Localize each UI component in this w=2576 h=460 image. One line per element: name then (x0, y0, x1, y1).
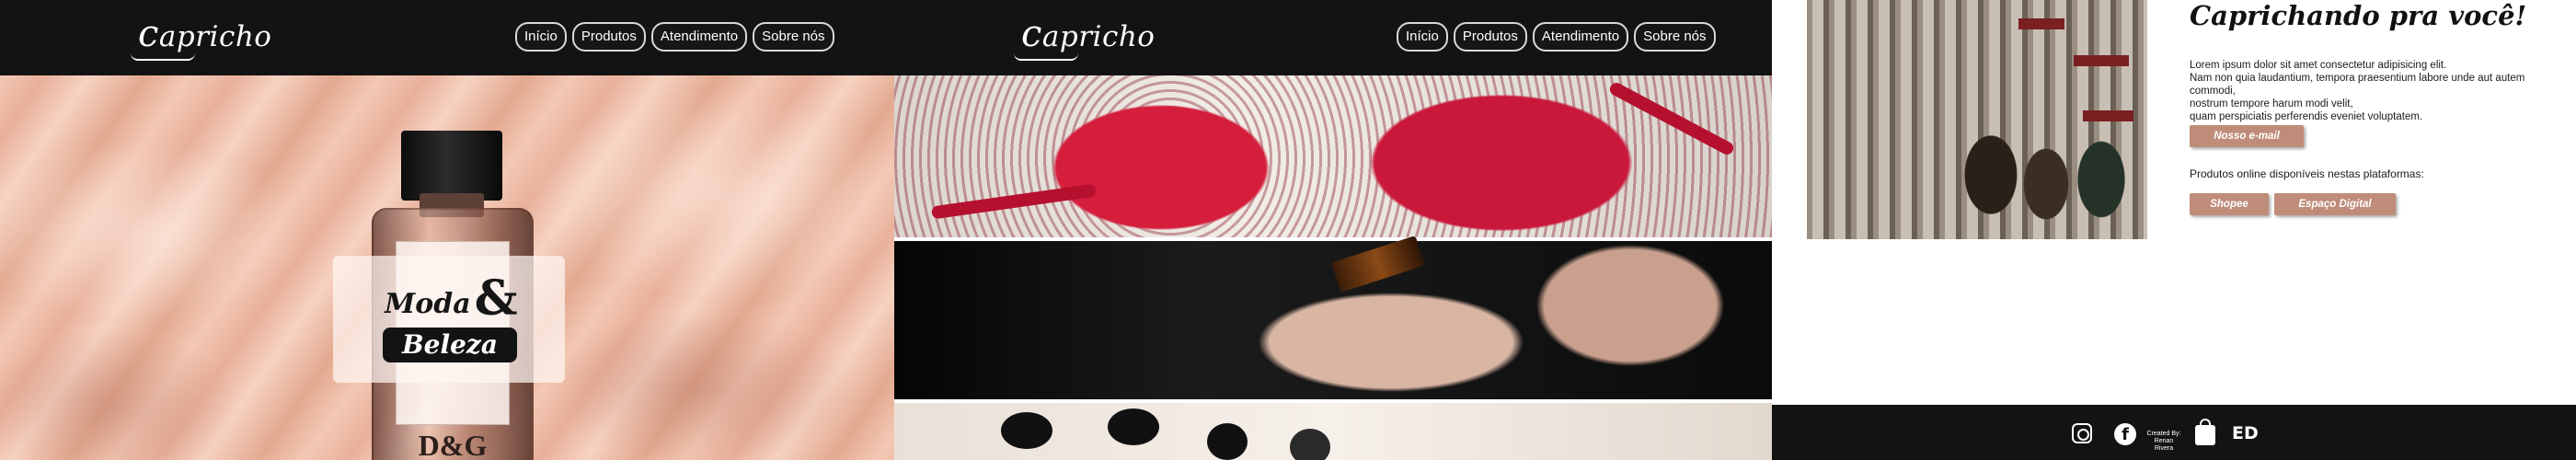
brand-logo-text: apricho (158, 20, 272, 53)
nav-inicio-products[interactable]: Início (1397, 22, 1448, 52)
perfume-cap (401, 131, 502, 201)
nav-atendimento[interactable]: Atendimento (650, 22, 748, 52)
perfume-brand-text: D&G (418, 429, 488, 460)
online-platforms-text: Produtos online disponíveis nestas plata… (2190, 167, 2424, 180)
nav-produtos[interactable]: Produtos (571, 22, 646, 52)
nav-produtos-products[interactable]: Produtos (1453, 22, 1527, 52)
lingerie-strap (930, 183, 1098, 220)
brush (1207, 423, 1248, 460)
instagram-icon[interactable] (2072, 423, 2092, 443)
store-sign (2083, 110, 2133, 121)
nav-sobre-nos[interactable]: Sobre nós (753, 22, 834, 52)
badge-beleza-text: Beleza (383, 328, 517, 362)
nav-inicio[interactable]: Início (515, 22, 567, 52)
home-panel: D&G Moda & Beleza capricho Início Produt… (0, 0, 894, 460)
store-interior-photo (1807, 0, 2147, 239)
about-title: Caprichando pra você! (2190, 0, 2527, 31)
site-header-products: capricho Início Produtos Atendimento Sob… (894, 0, 1772, 75)
shopee-button[interactable]: Shopee (2190, 193, 2269, 215)
paragraph-line: nostrum tempore harum modi velit, (2190, 98, 2353, 109)
makeup-brushes-photo[interactable] (894, 403, 1772, 460)
espaco-digital-button[interactable]: Espaço Digital (2274, 193, 2396, 215)
about-panel: Caprichando pra você! Lorem ipsum dolor … (1772, 0, 2576, 460)
dropper-bottle (1331, 235, 1425, 293)
moda-beleza-badge: Moda & Beleza (333, 256, 565, 383)
facebook-icon[interactable]: f (2114, 423, 2136, 445)
brand-logo-products[interactable]: capricho (1014, 13, 1156, 61)
store-sign (2018, 18, 2064, 29)
site-header: capricho Início Produtos Atendimento Sob… (0, 0, 894, 75)
paragraph-line: Nam non quia laudantium, tempora praesen… (2190, 73, 2525, 97)
nav-sobre-nos-products[interactable]: Sobre nós (1634, 22, 1716, 52)
created-by-label: Created By: (2146, 431, 2181, 437)
main-nav: Início Produtos Atendimento Sobre nós (515, 22, 834, 52)
brand-logo[interactable]: capricho (131, 13, 272, 61)
paragraph-line: quam perspiciatis perferendis eveniet vo… (2190, 111, 2423, 122)
brush (1001, 412, 1052, 449)
created-by-credit: Created By: Renan Rivera (2145, 431, 2182, 453)
badge-moda-text: Moda (385, 288, 471, 320)
email-button[interactable]: Nosso e-mail (2190, 125, 2304, 147)
products-panel: capricho Início Produtos Atendimento Sob… (894, 0, 1772, 460)
paragraph-line: Lorem ipsum dolor sit amet consectetur a… (2190, 60, 2447, 71)
logo-swoosh (131, 53, 195, 61)
badge-ampersand: & (474, 270, 518, 327)
created-by-name: Renan Rivera (2154, 438, 2174, 452)
logo-swoosh-products (1014, 53, 1078, 61)
brand-logo-text-products: apricho (1041, 20, 1156, 53)
main-nav-products: Início Produtos Atendimento Sobre nós (1397, 22, 1716, 52)
nav-atendimento-products[interactable]: Atendimento (1532, 22, 1629, 52)
badge-top-row: Moda & (385, 270, 518, 327)
lingerie-photo[interactable] (894, 75, 1772, 237)
store-sign (2074, 55, 2129, 66)
brush (1108, 408, 1159, 445)
brush (1290, 429, 1330, 460)
ed-logo-icon[interactable]: ED (2232, 423, 2259, 443)
shopping-bag-icon[interactable] (2195, 419, 2215, 445)
essential-oil-photo[interactable] (894, 235, 1772, 399)
lingerie-strap-right (1607, 80, 1736, 157)
about-paragraph: Lorem ipsum dolor sit amet consectetur a… (2190, 59, 2567, 123)
site-footer: f Created By: Renan Rivera ED (1772, 405, 2576, 460)
